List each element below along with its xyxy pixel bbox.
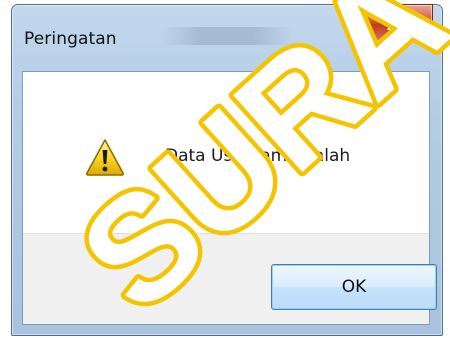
- background-blur: [162, 27, 292, 45]
- dialog-window: Peringatan X Data Username Salah OK: [11, 4, 443, 336]
- close-button[interactable]: X: [355, 4, 433, 42]
- warning-icon: [85, 139, 125, 176]
- dialog-body: Data Username Salah OK: [22, 71, 437, 325]
- close-icon: X: [386, 11, 402, 35]
- title-bar[interactable]: Peringatan X: [12, 4, 442, 63]
- dialog-title: Peringatan: [24, 29, 117, 49]
- ok-button[interactable]: OK: [271, 264, 437, 310]
- message-text: Data Username Salah: [165, 146, 351, 166]
- dialog-footer: OK: [23, 233, 437, 324]
